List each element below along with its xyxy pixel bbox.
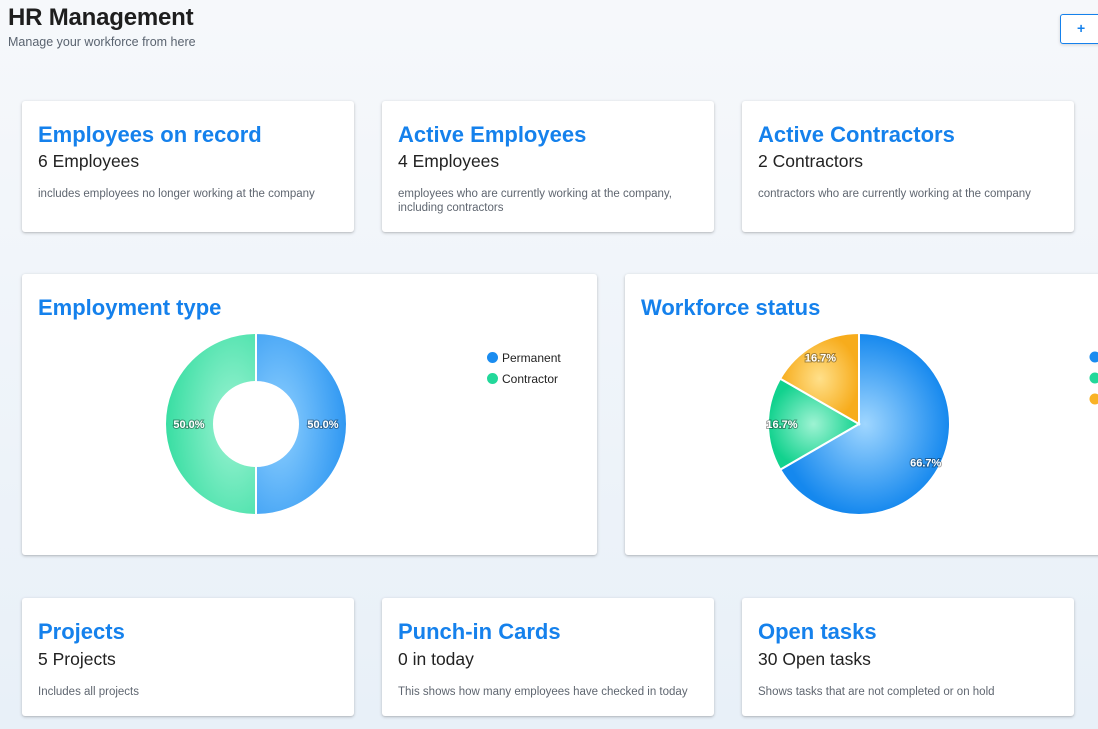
stat-card-employees-on-record[interactable]: Employees on record 6 Employees includes…: [22, 101, 354, 232]
page-subtitle: Manage your workforce from here: [8, 35, 196, 49]
legend-item-contractor[interactable]: Contractor: [487, 372, 558, 386]
legend-dot-blue: [487, 352, 498, 363]
card-description: Includes all projects: [38, 686, 139, 698]
chart-card-employment-type: Employment type 50.0% 50.0% Permanent Con…: [22, 274, 597, 555]
card-description: Shows tasks that are not completed or on…: [758, 686, 995, 698]
legend-label: Permanent: [502, 351, 561, 365]
legend-dot-blue[interactable]: [1089, 351, 1098, 363]
card-value: 30 Open tasks: [758, 649, 871, 669]
employment-type-data-label-1: 50.0%: [173, 419, 204, 431]
legend-dot-orange[interactable]: [1089, 393, 1098, 405]
workforce-status-pie-chart: 66.7% 16.7% 16.7%: [765, 331, 1098, 516]
card-value: 2 Contractors: [758, 151, 864, 171]
stat-card-punch-in-cards[interactable]: Punch-in Cards 0 in today This shows how…: [382, 598, 714, 716]
card-value: 5 Projects: [38, 649, 116, 669]
workforce-status-data-label-0: 66.7%: [910, 457, 941, 469]
card-value: 0 in today: [398, 649, 474, 669]
card-title: Punch-in Cards: [398, 619, 561, 644]
card-title: Active Contractors: [758, 122, 955, 147]
card-description: This shows how many employees have check…: [398, 686, 688, 698]
chart-card-workforce-status: Workforce status 66.7% 16.7% 16.7%: [625, 274, 1098, 555]
card-value: 6 Employees: [38, 151, 140, 171]
legend-dot-green: [487, 373, 498, 384]
employment-type-donut-chart: 50.0% 50.0%: [164, 331, 348, 517]
stat-card-active-employees[interactable]: Active Employees 4 Employees employees w…: [382, 101, 714, 232]
workforce-status-data-label-2: 16.7%: [805, 352, 836, 364]
card-title: Employees on record: [38, 122, 262, 147]
card-title: Active Employees: [398, 122, 587, 147]
card-description: employees who are currently working at t…: [398, 188, 673, 214]
legend-dot-green[interactable]: [1089, 372, 1098, 384]
page-title: HR Management: [8, 4, 194, 31]
stat-card-projects[interactable]: Projects 5 Projects Includes all project…: [22, 598, 354, 716]
card-title: Open tasks: [758, 619, 877, 644]
card-description: includes employees no longer working at …: [38, 188, 315, 200]
card-description: contractors who are currently working at…: [758, 188, 1031, 200]
card-title: Projects: [38, 619, 125, 644]
add-button[interactable]: +: [1060, 14, 1098, 44]
stat-card-open-tasks[interactable]: Open tasks 30 Open tasks Shows tasks tha…: [742, 598, 1074, 716]
stat-card-active-contractors[interactable]: Active Contractors 2 Contractors contrac…: [742, 101, 1074, 232]
legend-label: Contractor: [502, 372, 559, 386]
card-value: 4 Employees: [398, 151, 500, 171]
workforce-status-data-label-1: 16.7%: [766, 419, 797, 431]
employment-type-data-label-0: 50.0%: [307, 419, 338, 431]
legend-item-permanent[interactable]: Permanent: [487, 351, 561, 365]
